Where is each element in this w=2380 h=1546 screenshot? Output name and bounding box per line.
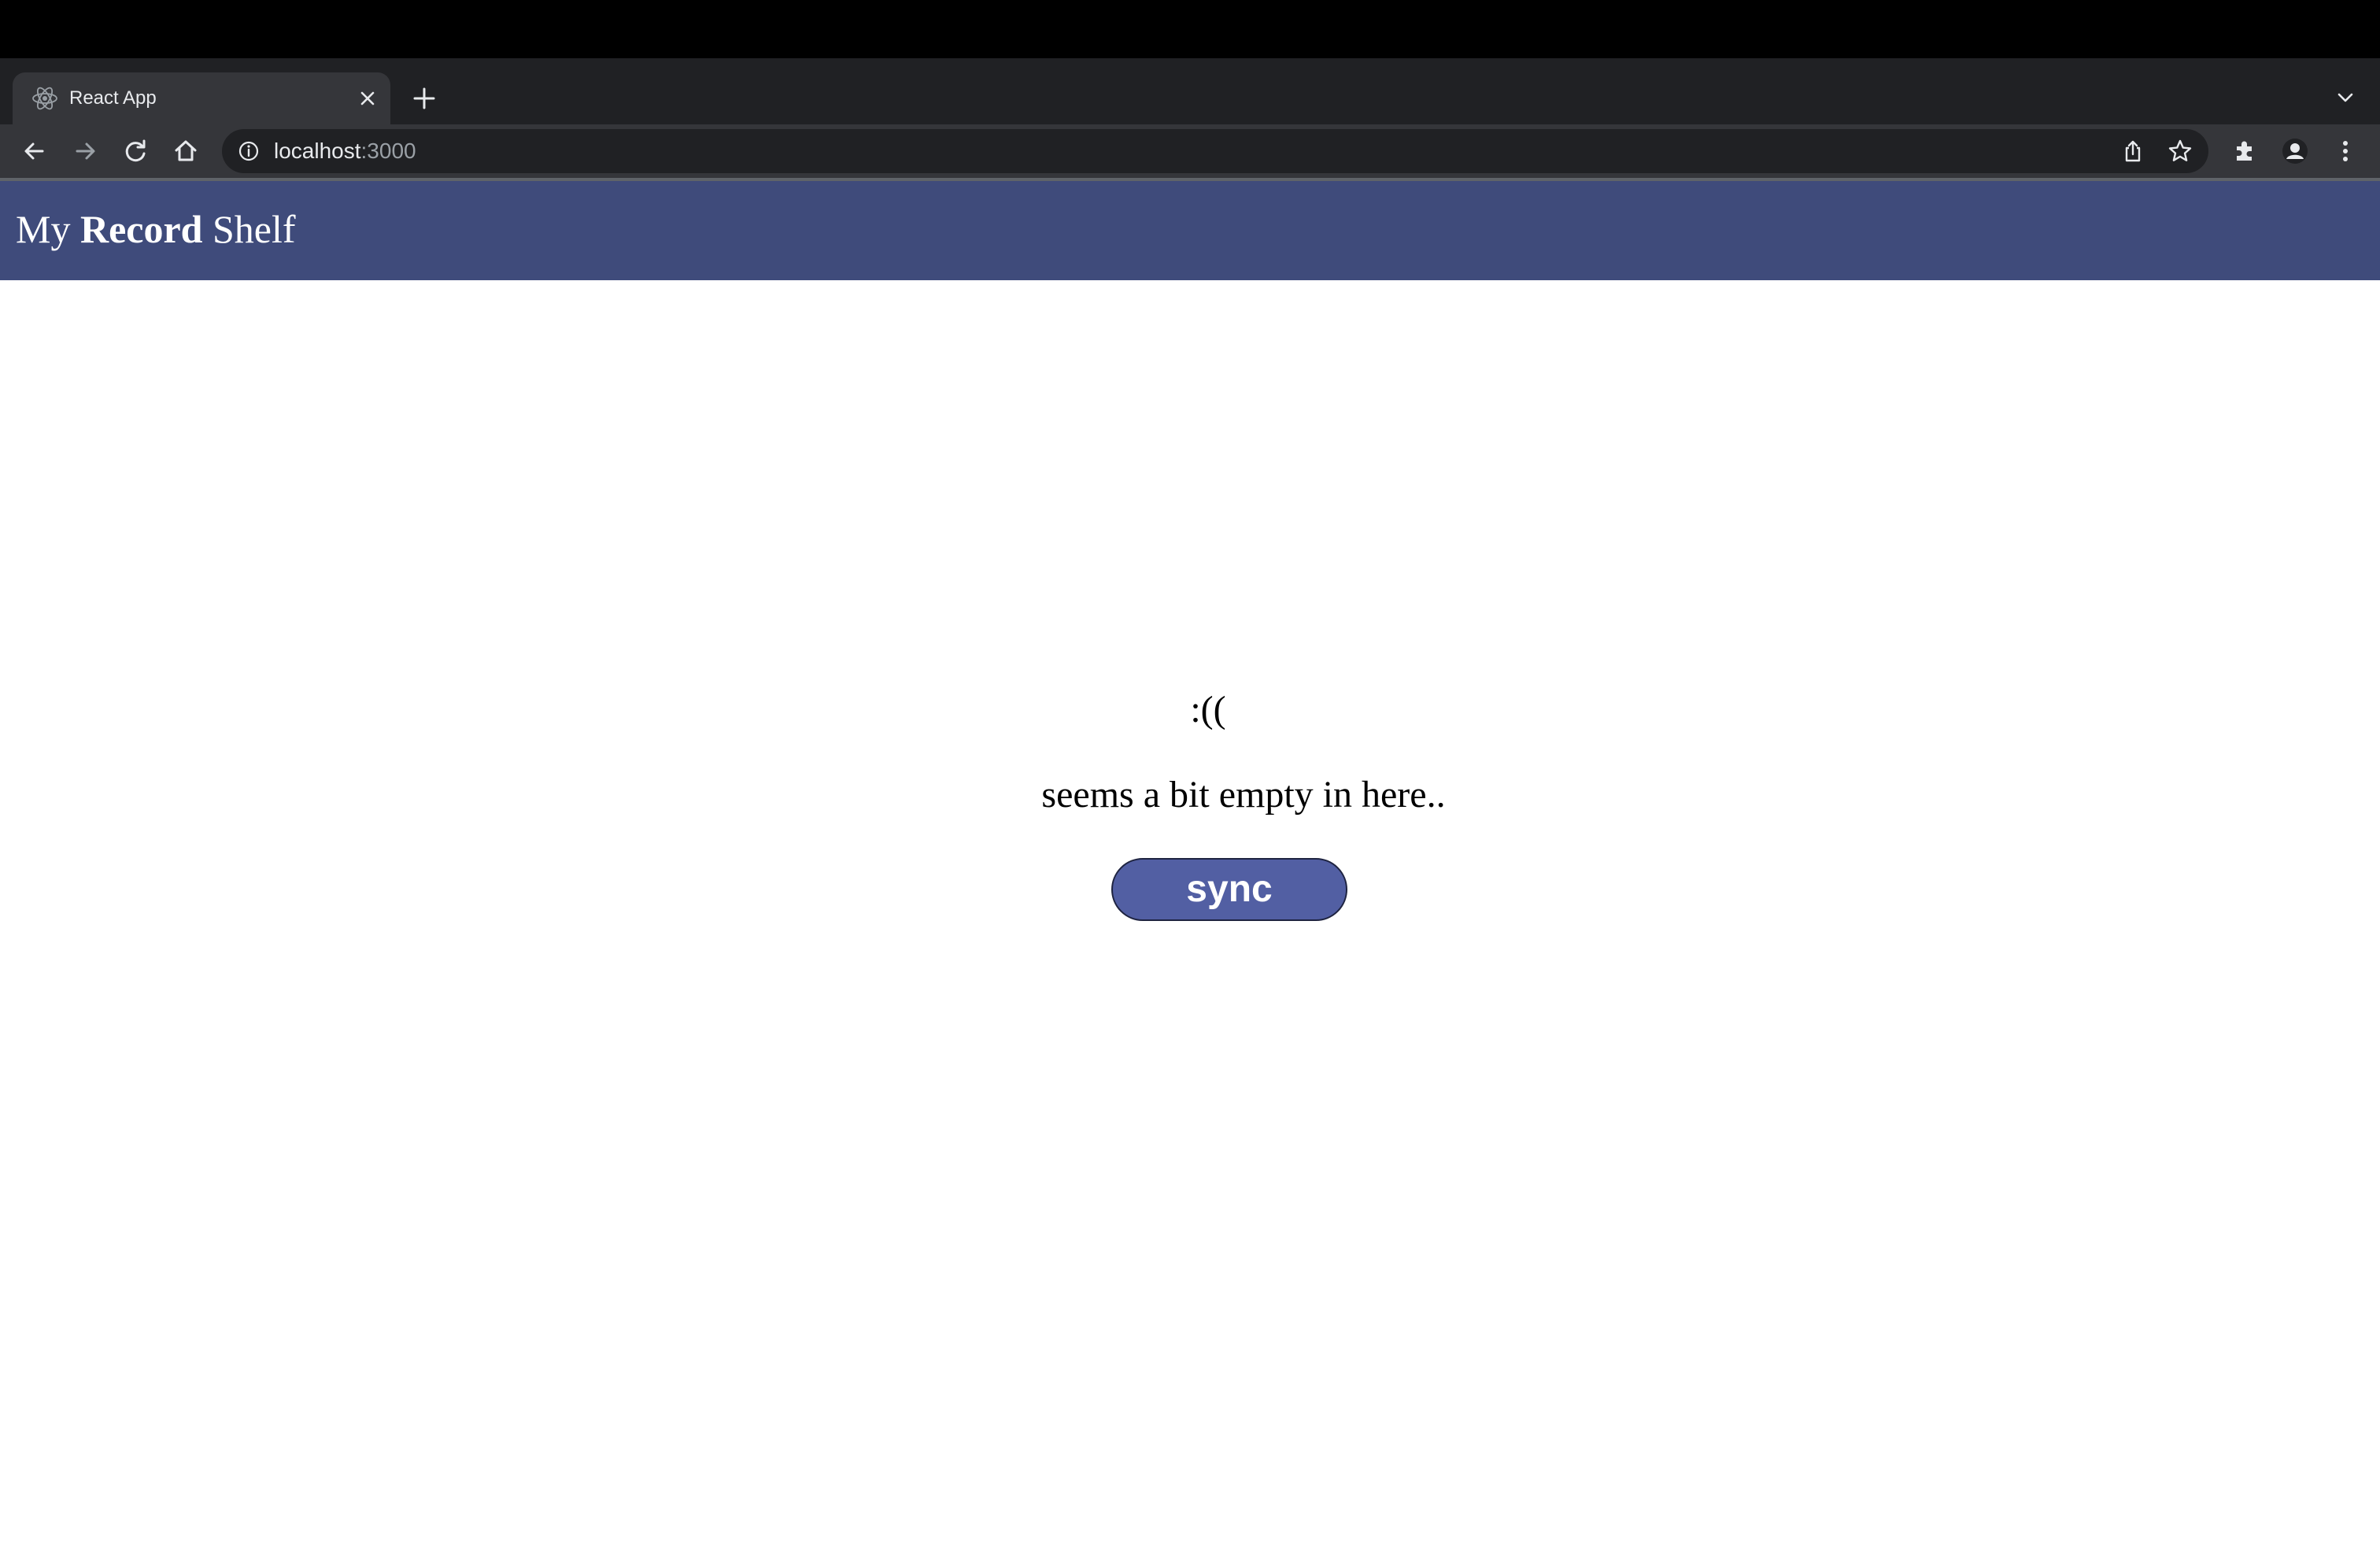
sad-emoticon: :(( — [1190, 689, 1226, 730]
browser-tabstrip: React App — [0, 58, 2380, 124]
chevron-down-icon[interactable] — [2330, 82, 2361, 113]
app-title-prefix: My — [16, 207, 80, 251]
person-icon[interactable] — [2278, 134, 2312, 168]
browser-tab[interactable]: React App — [13, 72, 390, 124]
screen-top-bar — [0, 0, 2380, 58]
react-logo-icon — [31, 85, 58, 112]
app-title-suffix: Shelf — [202, 207, 296, 251]
puzzle-icon[interactable] — [2227, 134, 2262, 168]
arrow-left-icon[interactable] — [17, 134, 52, 168]
info-icon[interactable] — [236, 139, 261, 164]
tab-title: React App — [69, 87, 157, 109]
star-icon[interactable] — [2166, 137, 2194, 165]
empty-message: seems a bit empty in here.. — [1041, 774, 1446, 816]
browser-toolbar: localhost:3000 — [0, 124, 2380, 178]
address-bar[interactable]: localhost:3000 — [222, 129, 2208, 173]
app-header: My Record Shelf — [0, 181, 2380, 280]
url-text: localhost:3000 — [274, 139, 416, 164]
close-icon[interactable] — [356, 87, 379, 110]
kebab-menu-icon[interactable] — [2328, 134, 2363, 168]
share-icon[interactable] — [2119, 137, 2147, 165]
home-icon[interactable] — [168, 134, 203, 168]
url-host: localhost — [274, 139, 361, 163]
arrow-right-icon[interactable] — [68, 134, 102, 168]
url-port: :3000 — [360, 139, 416, 163]
plus-icon[interactable] — [406, 80, 442, 117]
app-title[interactable]: My Record Shelf — [16, 205, 296, 253]
reload-icon[interactable] — [118, 134, 153, 168]
sync-button[interactable]: sync — [1111, 858, 1347, 921]
app-title-bold: Record — [79, 207, 203, 251]
